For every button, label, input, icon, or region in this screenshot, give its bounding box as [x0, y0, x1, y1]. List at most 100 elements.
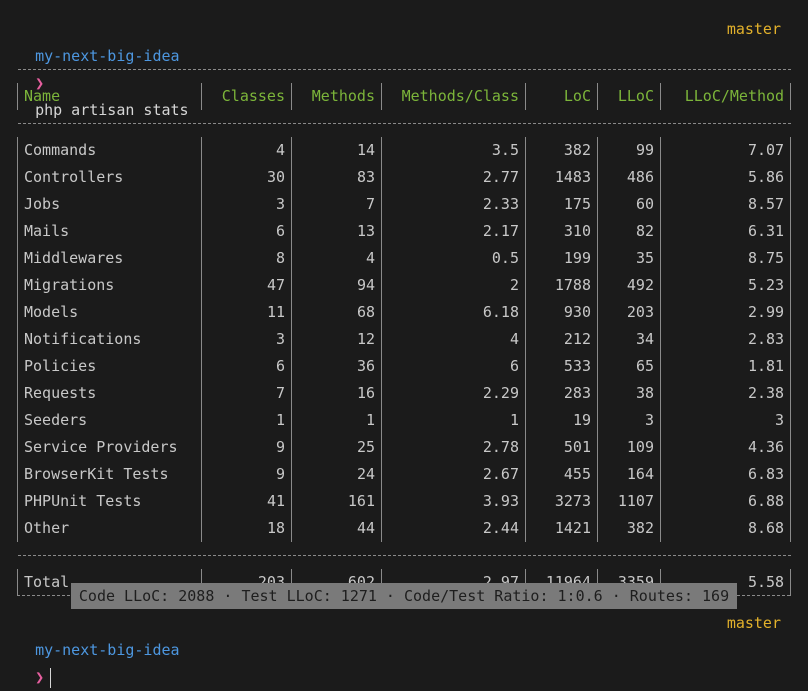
cell-lloc-per-method: 6.83 [659, 461, 792, 488]
cell-methods-per-class: 3.5 [381, 137, 526, 164]
table-separator [17, 542, 791, 569]
cell-loc: 19 [525, 407, 598, 434]
cell-name: PHPUnit Tests [17, 488, 202, 515]
table-row: PHPUnit Tests 41 161 3.93 3273 1107 6.88 [17, 488, 792, 515]
cell-lloc-per-method: 2.99 [659, 299, 792, 326]
cell-methods-per-class: 2.44 [381, 515, 526, 542]
cell-methods: 161 [291, 488, 382, 515]
cell-name: Requests [17, 380, 202, 407]
cell-loc: 455 [525, 461, 598, 488]
cell-loc: 501 [525, 434, 598, 461]
cell-classes: 30 [201, 164, 292, 191]
cell-lloc-per-method: 6.31 [659, 218, 792, 245]
cell-methods-per-class: 1 [381, 407, 526, 434]
column-header-methods-per-class: Methods/Class [381, 83, 526, 110]
column-header-name: Name [17, 83, 202, 110]
column-header-methods: Methods [291, 83, 382, 110]
table-row: Other 18 44 2.44 1421 382 8.68 [17, 515, 792, 542]
cell-name: Migrations [17, 272, 202, 299]
text-cursor [50, 667, 52, 688]
cell-lloc: 109 [597, 434, 661, 461]
cell-classes: 11 [201, 299, 292, 326]
cell-methods: 13 [291, 218, 382, 245]
cell-classes: 4 [201, 137, 292, 164]
cell-methods-per-class: 6.18 [381, 299, 526, 326]
column-header-classes: Classes [201, 83, 292, 110]
cell-classes: 9 [201, 461, 292, 488]
table-row: Commands 4 14 3.5 382 99 7.07 [17, 137, 792, 164]
git-branch: master [726, 20, 781, 38]
cell-classes: 18 [201, 515, 292, 542]
cell-loc: 199 [525, 245, 598, 272]
cell-loc: 1788 [525, 272, 598, 299]
cell-lloc: 82 [597, 218, 661, 245]
cell-name: Controllers [17, 164, 202, 191]
cell-loc: 1483 [525, 164, 598, 191]
cell-name: Seeders [17, 407, 202, 434]
cell-loc: 212 [525, 326, 598, 353]
table-row: Requests 7 16 2.29 283 38 2.38 [17, 380, 792, 407]
cell-name: Notifications [17, 326, 202, 353]
cell-classes: 1 [201, 407, 292, 434]
cell-lloc-per-method: 5.86 [659, 164, 792, 191]
table-row: Models 11 68 6.18 930 203 2.99 [17, 299, 792, 326]
table-row: BrowserKit Tests 9 24 2.67 455 164 6.83 [17, 461, 792, 488]
cell-lloc: 3 [597, 407, 661, 434]
cell-methods-per-class: 3.93 [381, 488, 526, 515]
cell-classes: 41 [201, 488, 292, 515]
cell-lloc-per-method: 6.88 [659, 488, 792, 515]
prompt-chevron-icon: ❯ [35, 668, 45, 686]
cell-methods-per-class: 2.67 [381, 461, 526, 488]
table-separator [17, 56, 791, 83]
cell-lloc-per-method: 1.81 [659, 353, 792, 380]
cell-classes: 6 [201, 218, 292, 245]
command-line: my-next-big-idea ❯ php artisan stats [17, 16, 189, 119]
table-row: Jobs 3 7 2.33 175 60 8.57 [17, 191, 792, 218]
cell-name: Jobs [17, 191, 202, 218]
cell-methods: 83 [291, 164, 382, 191]
prompt-path: my-next-big-idea [35, 641, 180, 659]
cell-classes: 8 [201, 245, 292, 272]
cell-lloc: 382 [597, 515, 661, 542]
cell-lloc: 38 [597, 380, 661, 407]
cell-methods: 14 [291, 137, 382, 164]
git-branch: master [726, 614, 781, 632]
cell-methods-per-class: 2.77 [381, 164, 526, 191]
cell-lloc: 164 [597, 461, 661, 488]
table-header-row: Name Classes Methods Methods/Class LoC LLoC LL… [17, 83, 792, 110]
cell-loc: 382 [525, 137, 598, 164]
cell-classes: 3 [201, 191, 292, 218]
cell-lloc: 203 [597, 299, 661, 326]
cell-lloc-per-method: 2.38 [659, 380, 792, 407]
cell-methods: 44 [291, 515, 382, 542]
cell-lloc-per-method: 5.23 [659, 272, 792, 299]
table-row: Seeders 1 1 1 19 3 3 [17, 407, 792, 434]
table-row: Controllers 30 83 2.77 1483 486 5.86 [17, 164, 792, 191]
cell-lloc-per-method: 7.07 [659, 137, 792, 164]
cell-loc: 930 [525, 299, 598, 326]
cell-lloc: 65 [597, 353, 661, 380]
summary-bar: Code LLoC: 2088 · Test LLoC: 1271 · Code… [71, 583, 737, 609]
cell-name: Commands [17, 137, 202, 164]
cell-name: Other [17, 515, 202, 542]
cell-lloc-per-method: 8.75 [659, 245, 792, 272]
stats-table: Name Classes Methods Methods/Class LoC LLoC LL… [17, 56, 792, 596]
input-line[interactable]: my-next-big-idea ❯ [17, 610, 180, 688]
cell-lloc-per-method: 3 [659, 407, 792, 434]
cell-methods: 94 [291, 272, 382, 299]
cell-classes: 7 [201, 380, 292, 407]
cell-lloc: 492 [597, 272, 661, 299]
table-separator [17, 110, 791, 137]
cell-methods-per-class: 0.5 [381, 245, 526, 272]
cell-methods-per-class: 2.29 [381, 380, 526, 407]
cell-lloc: 35 [597, 245, 661, 272]
cell-methods: 25 [291, 434, 382, 461]
cell-name: Mails [17, 218, 202, 245]
cell-name: Middlewares [17, 245, 202, 272]
cell-lloc: 486 [597, 164, 661, 191]
table-row: Mails 6 13 2.17 310 82 6.31 [17, 218, 792, 245]
cell-methods: 4 [291, 245, 382, 272]
cell-methods: 1 [291, 407, 382, 434]
cell-classes: 6 [201, 353, 292, 380]
table-row: Middlewares 8 4 0.5 199 35 8.75 [17, 245, 792, 272]
